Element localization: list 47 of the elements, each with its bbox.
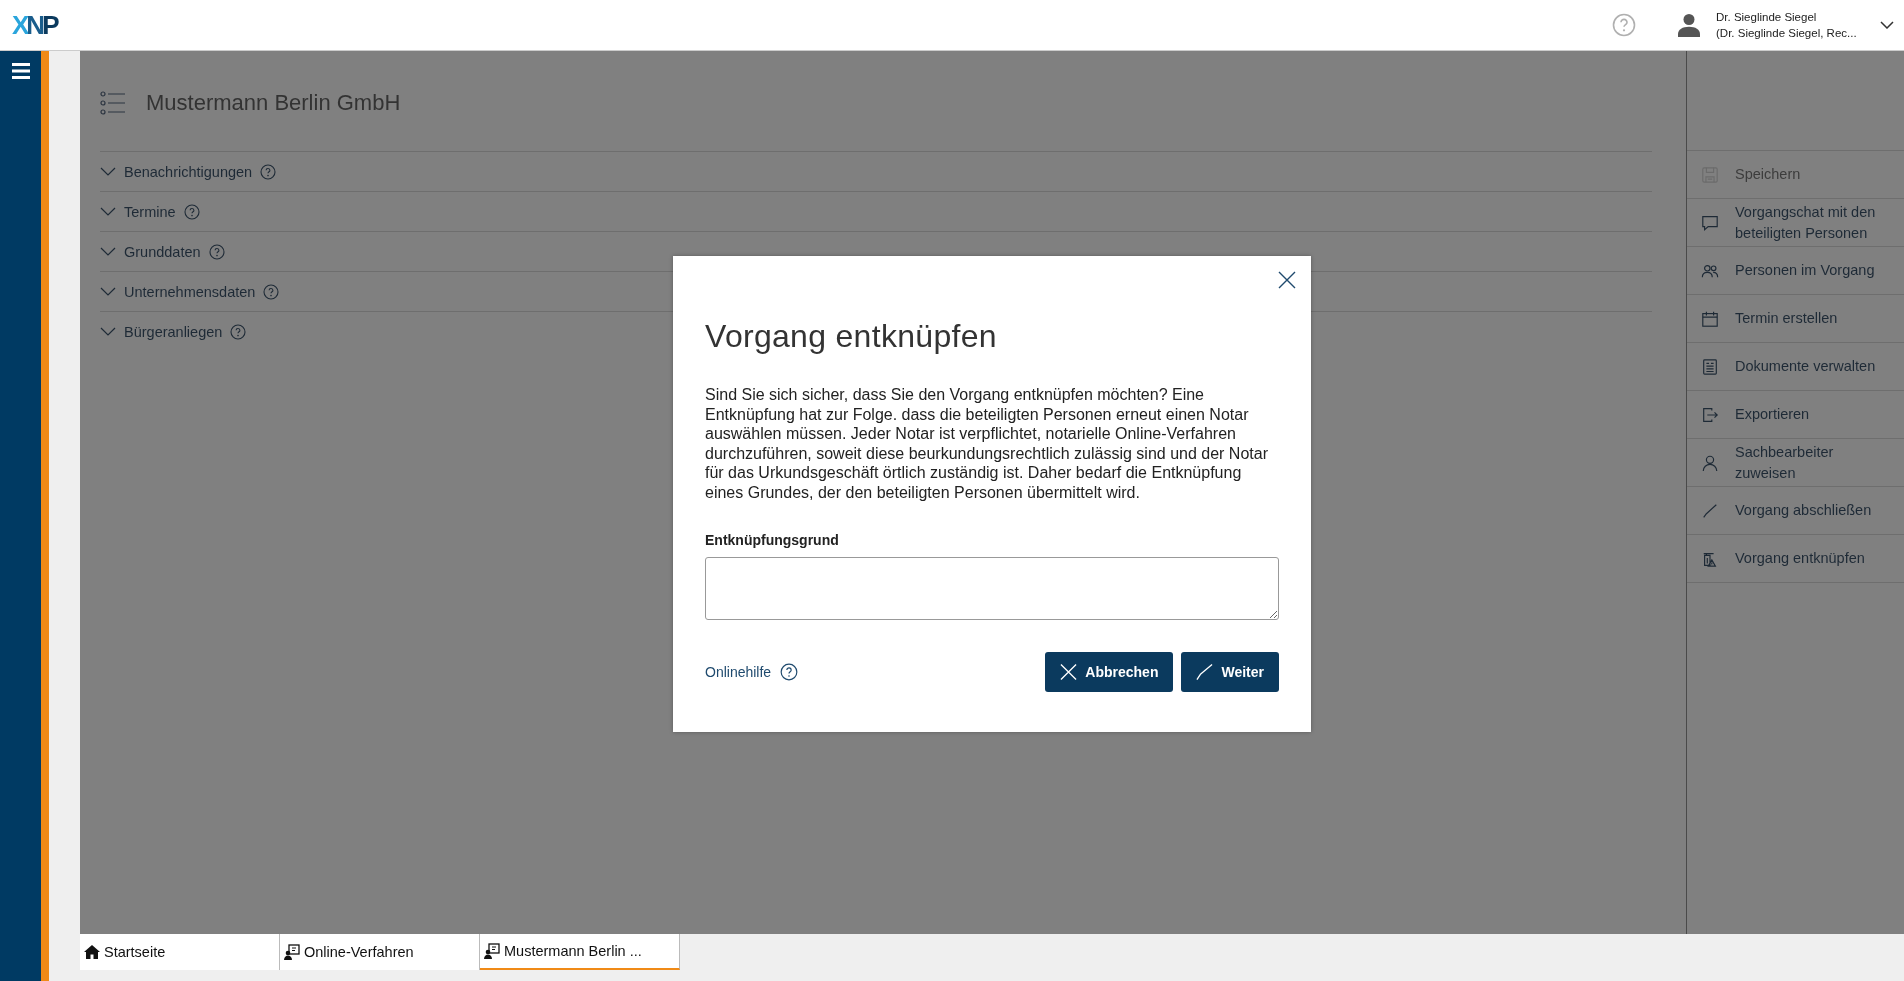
case-icon xyxy=(284,944,300,960)
reason-field[interactable] xyxy=(705,557,1279,620)
action-item[interactable]: Vorgang abschließen xyxy=(1687,486,1904,534)
continue-button[interactable]: Weiter xyxy=(1181,652,1279,692)
export-icon xyxy=(1701,405,1719,424)
user-name: Dr. Sieglinde Siegel xyxy=(1716,10,1818,25)
action-item[interactable]: Vorgangschat mit den beteiligten Personen xyxy=(1687,198,1904,246)
help-link[interactable]: Onlinehilfe xyxy=(705,664,772,680)
field-label: Entknüpfungsgrund xyxy=(705,532,840,548)
chevron-icon[interactable] xyxy=(100,167,116,176)
action-item[interactable]: Dokumente verwalten xyxy=(1687,342,1904,390)
close-icon xyxy=(1060,663,1078,681)
action-item[interactable]: Exportieren xyxy=(1687,390,1904,438)
menu-icon[interactable] xyxy=(11,63,30,79)
tab[interactable]: Startseite xyxy=(80,934,280,970)
cancel-button[interactable]: Abbrechen xyxy=(1045,652,1174,692)
section-header[interactable]: Benachrichtigungen xyxy=(124,163,253,180)
tab[interactable]: Online-Verfahren xyxy=(280,934,480,970)
dialog-message: Sind Sie sich sicher, dass Sie den Vorgang entknüpfen möchten? Eine Entknüpfung hat zur Folge. dass die beteiligten Personen erneut einen Notar auswählen müssen. Jeder Notar ist verpflichtet, notarielle Online-Verfahren durchzuführen, soweit diese beurkundungsrechtlich zulässig sind und der Notar für das Urkundsgeschäft örtlich zuständig ist. Daher bedarf die Entknüpfung eines Grundes, der den beteiligten Personen übermittelt wird. xyxy=(705,385,1269,502)
logo: XNP xyxy=(12,9,58,41)
action-item[interactable]: Termin erstellen xyxy=(1687,294,1904,342)
tab[interactable]: Mustermann Berlin ... xyxy=(480,934,680,970)
action-item[interactable]: Sachbearbeiter zuweisen xyxy=(1687,438,1904,486)
section-header[interactable]: Bürgeranliegen xyxy=(124,323,223,340)
action-item[interactable]: Personen im Vorgang xyxy=(1687,246,1904,294)
list-icon xyxy=(100,91,126,115)
chevron-down-icon[interactable] xyxy=(1880,21,1894,29)
page-title: Mustermann Berlin GmbH xyxy=(146,90,401,116)
chevron-icon[interactable] xyxy=(100,247,116,256)
close-icon[interactable] xyxy=(1278,271,1296,289)
action-item[interactable]: Vorgang entknüpfen xyxy=(1687,534,1904,583)
section-header[interactable]: Grunddaten xyxy=(124,243,201,260)
chevron-icon[interactable] xyxy=(100,287,116,296)
chevron-icon[interactable] xyxy=(100,207,116,216)
user-avatar-icon[interactable] xyxy=(1678,13,1700,37)
person-icon xyxy=(1701,453,1719,472)
speech-bubble-icon xyxy=(1701,213,1719,232)
user-role: (Dr. Sieglinde Siegel, Rec... xyxy=(1716,26,1858,41)
document-icon xyxy=(1701,357,1719,376)
chevron-icon[interactable] xyxy=(100,327,116,336)
case-icon xyxy=(484,943,500,959)
home-icon xyxy=(84,944,100,960)
dialog-title: Vorgang entknüpfen xyxy=(705,318,998,355)
section-header[interactable]: Unternehmensdaten xyxy=(124,283,256,300)
section-header[interactable]: Termine xyxy=(124,203,176,220)
help-icon[interactable] xyxy=(780,663,799,681)
calendar-icon xyxy=(1701,309,1719,328)
